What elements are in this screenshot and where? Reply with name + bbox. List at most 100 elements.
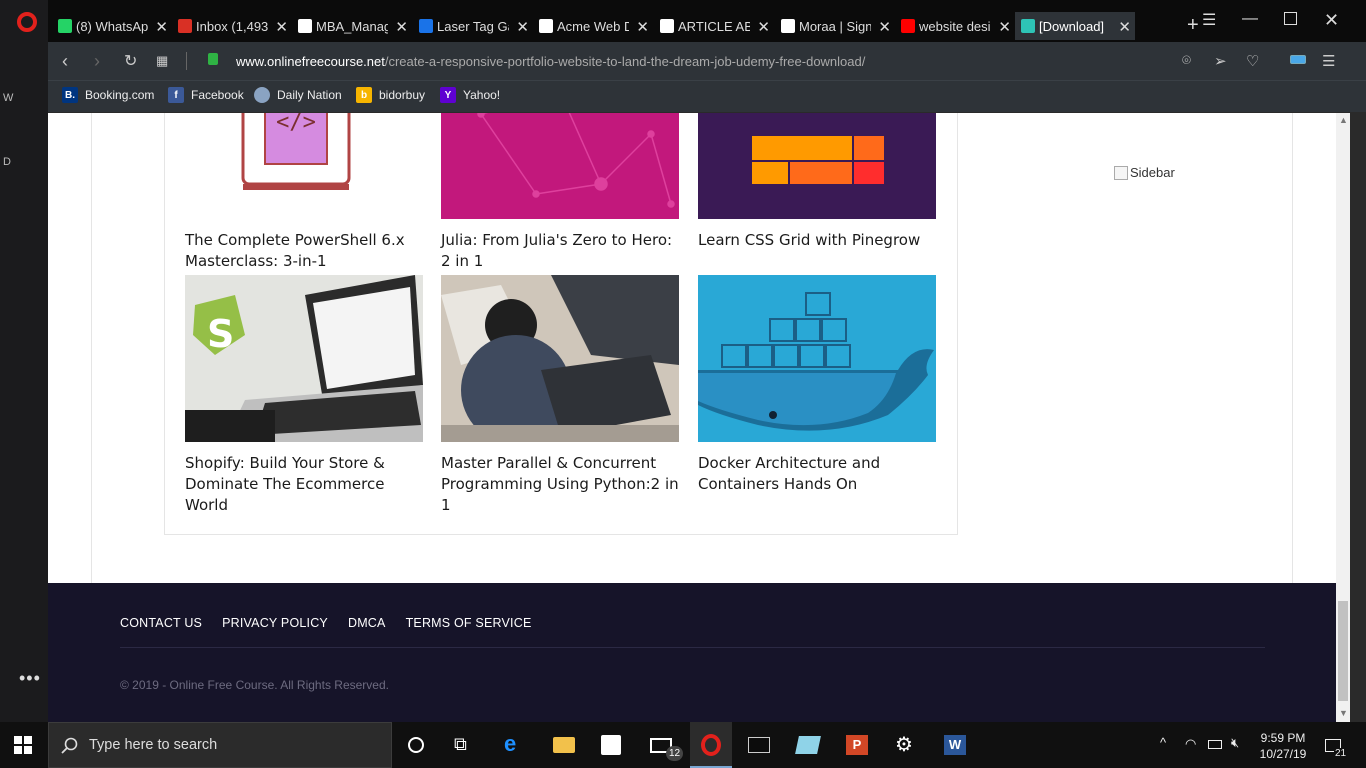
footer-link-privacy[interactable]: PRIVACY POLICY [222,616,328,630]
new-tab-button[interactable]: + [1187,14,1199,37]
document-icon [298,19,312,33]
battery-icon[interactable] [1208,740,1222,749]
close-tab-icon[interactable]: ✕ [757,18,770,36]
bookmark-label: Booking.com [85,88,155,102]
taskbar: Type here to search ⧉ e 12 P ⚙ W ^ ◠ 🔇︎ … [0,722,1366,768]
bookmark-item[interactable]: B. Booking.com [62,87,154,103]
course-card[interactable]: Julia: From Julia's Zero to Hero: 2 in 1 [441,113,679,272]
word-icon[interactable]: W [944,735,966,755]
tabs-grid-icon[interactable]: ▦ [156,53,168,69]
reload-icon[interactable]: ↻ [124,51,137,71]
scroll-up-icon[interactable]: ▲ [1339,115,1348,125]
back-icon[interactable]: ‹ [62,51,68,72]
course-thumbnail[interactable] [441,113,679,219]
course-card[interactable]: Learn CSS Grid with Pinegrow [698,113,936,251]
course-thumbnail[interactable] [698,275,936,442]
wifi-icon[interactable]: ◠ [1185,736,1196,752]
opera-icon[interactable] [701,734,721,756]
course-title[interactable]: Shopify: Build Your Store & Dominate The… [185,453,423,516]
bookmark-icon: Y [440,87,456,103]
course-thumbnail[interactable]: </> [185,113,423,219]
bookmark-item[interactable]: Daily Nation [254,87,342,103]
scroll-down-icon[interactable]: ▼ [1339,708,1348,718]
course-title[interactable]: Julia: From Julia's Zero to Hero: 2 in 1 [441,230,679,272]
windows-start-icon[interactable] [14,736,32,754]
footer-link-terms[interactable]: TERMS OF SERVICE [406,616,532,630]
bookmark-item[interactable]: f Facebook [168,87,244,103]
clock[interactable]: 9:59 PM 10/27/19 [1259,731,1307,761]
bookmark-icon: f [168,87,184,103]
side-letter: W [3,92,14,104]
course-title[interactable]: Master Parallel & Concurrent Programming… [441,453,679,516]
close-tab-icon[interactable]: ✕ [1118,18,1131,36]
powerpoint-icon[interactable]: P [846,735,868,755]
volume-muted-icon[interactable]: 🔇︎ [1231,735,1239,751]
bookmark-item[interactable]: Y Yahoo! [440,87,500,103]
footer-link-contact[interactable]: CONTACT US [120,616,202,630]
browser-tab[interactable]: Moraa | Sign ✕ [775,12,895,40]
clock-date: 10/27/19 [1259,747,1307,761]
opera-logo-icon[interactable] [17,12,37,32]
course-thumbnail[interactable] [698,113,936,219]
browser-tab[interactable]: Inbox (1,493 ✕ [172,12,292,40]
url-field[interactable]: www.onlinefreecourse.net/create-a-respon… [236,54,865,69]
bookmark-item[interactable]: b bidorbuy [356,87,425,103]
task-view-icon[interactable]: ⧉ [454,734,476,756]
close-tab-icon[interactable]: ✕ [998,18,1011,36]
file-explorer-icon[interactable] [553,737,575,753]
send-icon[interactable]: ➢ [1214,52,1227,70]
browser-tab[interactable]: ARTICLE ABC ✕ [654,12,774,40]
course-card[interactable]: </> The Complete PowerShell 6.x Mastercl… [185,113,423,272]
easy-setup-icon[interactable]: ☰ [1322,52,1335,70]
browser-tab[interactable]: [Download] ✕ [1015,12,1135,40]
close-tab-icon[interactable]: ✕ [636,18,649,36]
forward-icon[interactable]: › [94,51,100,72]
lock-icon[interactable] [208,53,218,65]
close-tab-icon[interactable]: ✕ [395,18,408,36]
content-column: </> The Complete PowerShell 6.x Mastercl… [91,113,1293,583]
clock-time: 9:59 PM [1260,731,1306,745]
tab-menu-icon[interactable]: ☰ [1202,10,1216,30]
terminal-icon[interactable] [748,737,770,753]
browser-tab[interactable]: Laser Tag Ga ✕ [413,12,533,40]
heart-icon[interactable]: ♡ [1246,52,1259,70]
tray-expand-icon[interactable]: ^ [1160,735,1166,750]
course-title[interactable]: Learn CSS Grid with Pinegrow [698,230,936,251]
store-icon[interactable] [601,735,621,755]
sidebar-image: Sidebar [1114,165,1175,180]
edge-icon[interactable]: e [504,731,526,756]
cortana-icon[interactable] [408,737,424,753]
course-card[interactable]: Docker Architecture and Containers Hands… [698,275,936,495]
close-tab-icon[interactable]: ✕ [516,18,529,36]
course-title[interactable]: Docker Architecture and Containers Hands… [698,453,936,495]
course-card[interactable]: Master Parallel & Concurrent Programming… [441,275,679,516]
page-scrollbar[interactable]: ▲ ▼ [1336,113,1350,722]
settings-gear-icon[interactable]: ⚙ [895,732,917,756]
footer-link-dmca[interactable]: DMCA [348,616,386,630]
camera-icon[interactable]: ⌾ [1182,52,1191,69]
more-dots-icon[interactable]: ••• [19,668,41,689]
notification-count: 21 [1334,748,1348,759]
course-thumbnail[interactable]: S [185,275,423,442]
close-tab-icon[interactable]: ✕ [275,18,288,36]
close-window-icon[interactable]: ✕ [1324,10,1339,31]
battery-saver-icon[interactable] [1290,55,1306,64]
address-bar: ‹ › ↻ ▦ www.onlinefreecourse.net/create-… [48,42,1366,80]
browser-tab[interactable]: Acme Web D ✕ [533,12,653,40]
browser-tab[interactable]: (8) WhatsAp ✕ [52,12,172,40]
browser-tab[interactable]: website desi ✕ [895,12,1015,40]
scroll-thumb[interactable] [1338,601,1348,701]
url-domain: www.onlinefreecourse.net [236,54,385,69]
app-icon[interactable] [795,736,821,754]
chart-icon [419,19,433,33]
course-title[interactable]: The Complete PowerShell 6.x Masterclass:… [185,230,423,272]
close-tab-icon[interactable]: ✕ [155,18,168,36]
course-thumbnail[interactable] [441,275,679,442]
browser-tab[interactable]: MBA_Manag ✕ [292,12,412,40]
close-tab-icon[interactable]: ✕ [878,18,891,36]
page-viewport: </> The Complete PowerShell 6.x Mastercl… [48,113,1336,722]
taskbar-search[interactable]: Type here to search [48,722,392,768]
course-card[interactable]: S Shopify: Build Your Store & Dominate T… [185,275,423,516]
minimize-icon[interactable]: — [1242,10,1258,28]
maximize-icon[interactable] [1284,12,1297,25]
